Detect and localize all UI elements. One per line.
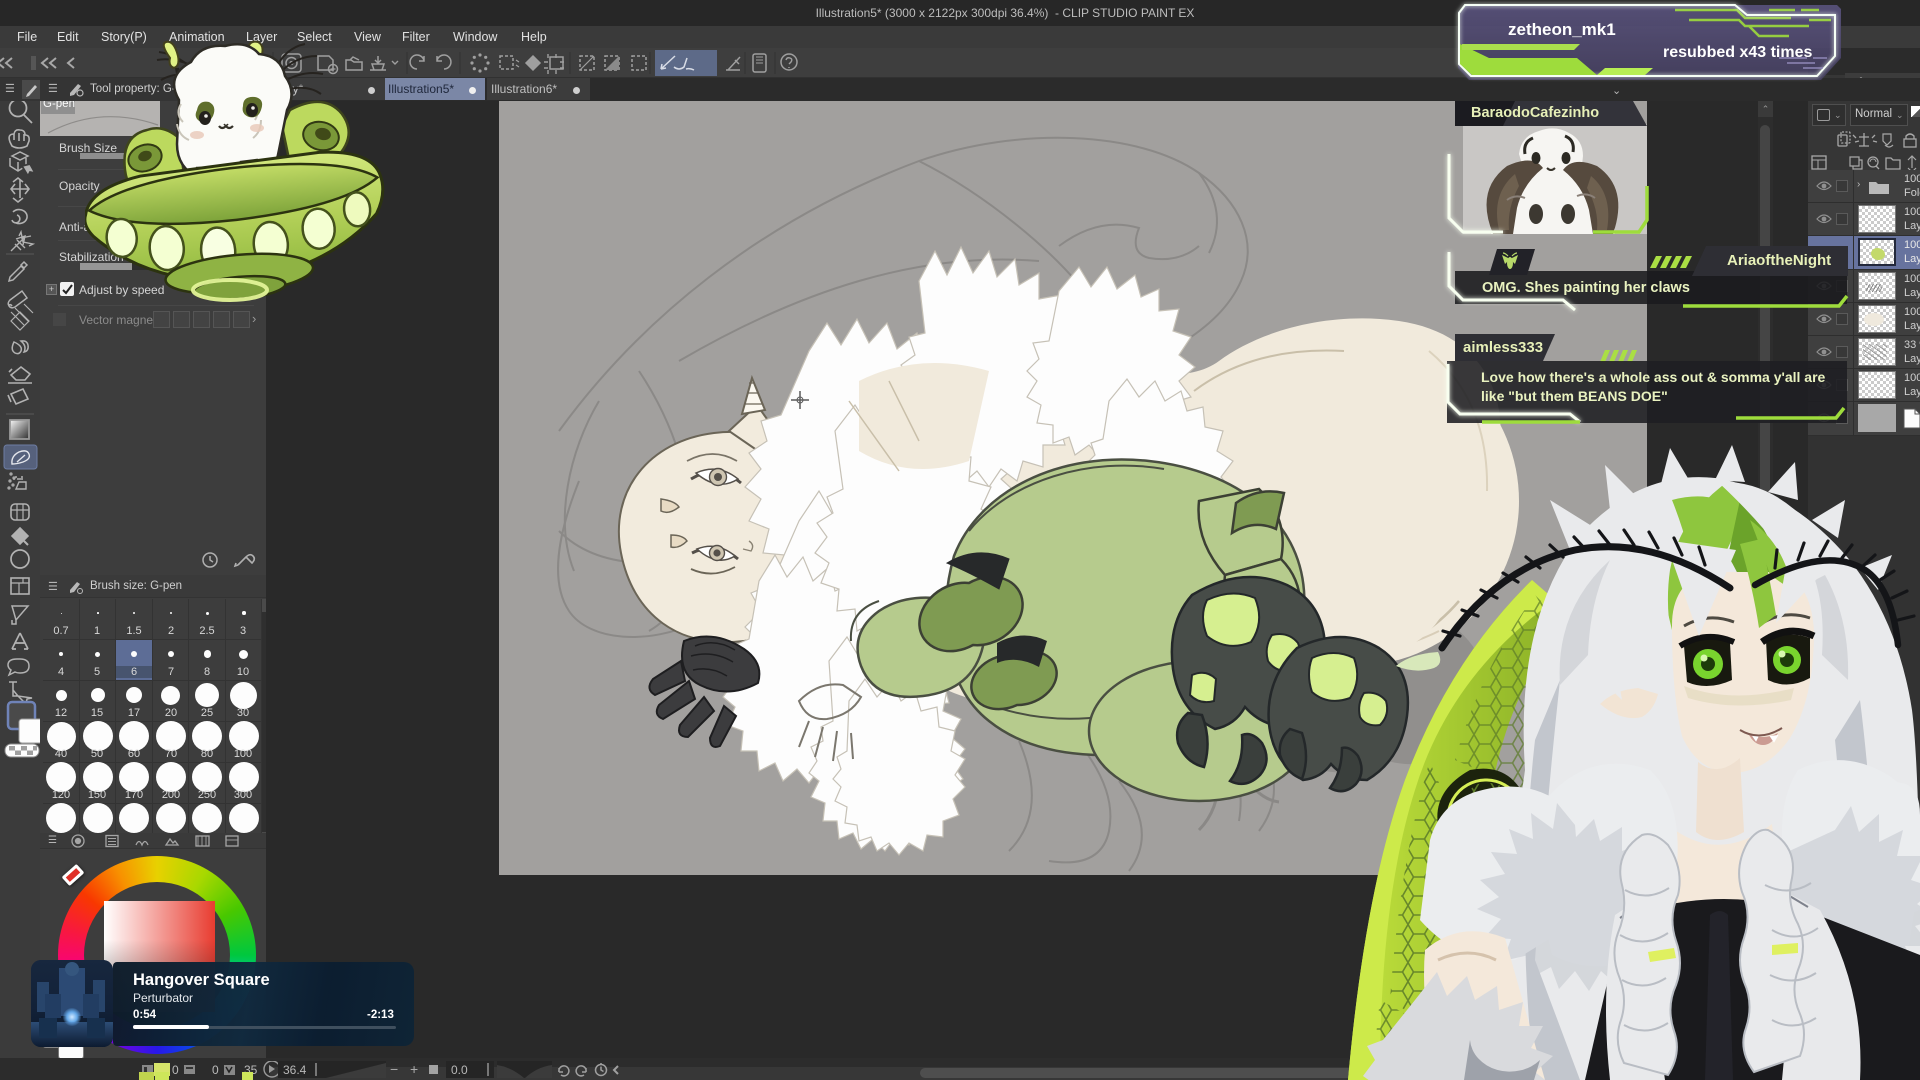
svg-text:0: 0	[212, 1063, 219, 1077]
svg-text:0: 0	[172, 1063, 179, 1077]
